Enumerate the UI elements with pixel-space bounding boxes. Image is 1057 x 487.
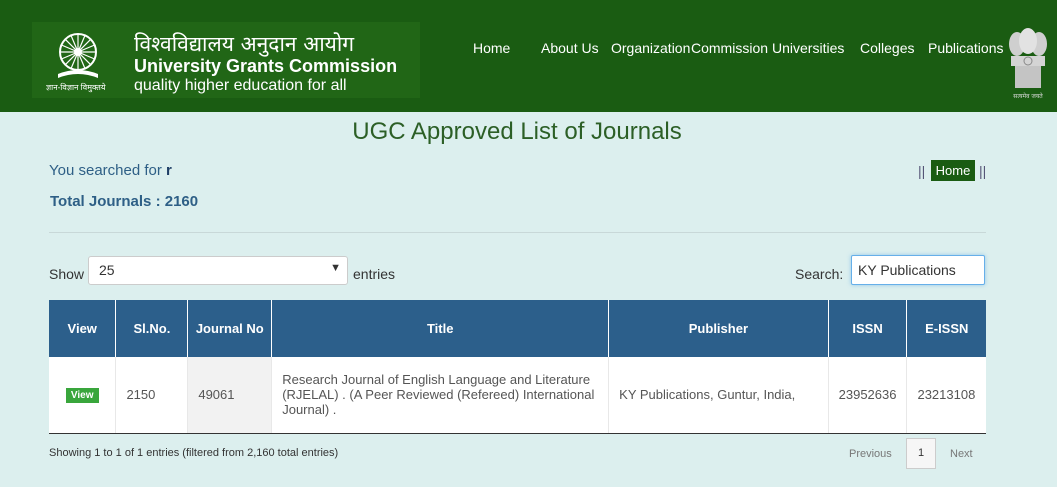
view-button[interactable]: View	[65, 388, 99, 404]
brand-tagline: quality higher education for all	[134, 77, 347, 94]
search-label: Search:	[795, 266, 844, 282]
national-emblem-icon: सत्यमेव जयते	[1009, 28, 1047, 100]
brand-hindi-name: विश्वविद्यालय अनुदान आयोग	[134, 32, 355, 56]
page-title: UGC Approved List of Journals	[352, 118, 682, 145]
search-input[interactable]	[851, 255, 985, 285]
divider	[49, 232, 986, 233]
page-size-value: 25	[99, 262, 115, 278]
current-page-button[interactable]: 1	[906, 438, 936, 469]
search-summary: You searched for r	[49, 162, 172, 179]
show-label: Show	[49, 266, 85, 282]
site-header: ज्ञान-विज्ञान विमुक्तये विश्वविद्यालय अन…	[0, 0, 1057, 112]
table-row: View 2150 49061 Research Journal of Engl…	[49, 357, 986, 434]
emblem-caption: ज्ञान-विज्ञान विमुक्तये	[46, 83, 106, 92]
header-publisher[interactable]: Publisher	[608, 300, 829, 357]
ugc-logo-block[interactable]: ज्ञान-विज्ञान विमुक्तये विश्वविद्यालय अन…	[32, 22, 420, 98]
chevron-down-icon: ▼	[330, 262, 341, 274]
cell-publisher: KY Publications, Guntur, India,	[608, 357, 829, 434]
header-title[interactable]: Title	[271, 300, 610, 357]
nav-organization[interactable]: Organization	[611, 40, 690, 56]
header-issn[interactable]: ISSN	[828, 300, 908, 357]
table-info: Showing 1 to 1 of 1 entries (filtered fr…	[49, 447, 339, 459]
header-view[interactable]: View	[49, 300, 117, 357]
cell-title: Research Journal of English Language and…	[271, 357, 610, 434]
searched-prefix: You searched for	[49, 162, 162, 179]
header-sl-no[interactable]: Sl.No.	[115, 300, 189, 357]
table-header-row: View Sl.No. Journal No Title Publisher I…	[49, 300, 986, 357]
nav-universities[interactable]: Universities	[772, 40, 844, 56]
page-size-select[interactable]: 25 ▼	[88, 256, 348, 285]
seal-caption: सत्यमेव जयते	[1013, 92, 1043, 100]
nav-publications[interactable]: Publications	[928, 40, 1004, 56]
cell-journal-no: 49061	[187, 357, 273, 434]
cell-e-issn: 23213108	[906, 357, 986, 434]
previous-page-button[interactable]: Previous	[849, 448, 892, 460]
home-button[interactable]: Home	[931, 160, 975, 181]
cell-view: View	[49, 357, 117, 434]
nav-about-us[interactable]: About Us	[541, 40, 599, 56]
nav-home[interactable]: Home	[473, 40, 510, 56]
nav-commission[interactable]: Commission	[691, 40, 768, 56]
next-page-button[interactable]: Next	[950, 448, 973, 460]
searched-term: r	[166, 162, 172, 179]
total-journals: Total Journals : 2160	[50, 193, 199, 210]
cell-sl-no: 2150	[115, 357, 189, 434]
header-journal-no[interactable]: Journal No	[187, 300, 273, 357]
cell-issn: 23952636	[828, 357, 908, 434]
journals-table: View Sl.No. Journal No Title Publisher I…	[49, 300, 986, 434]
breadcrumb-separator: ||	[979, 163, 987, 179]
header-e-issn[interactable]: E-ISSN	[906, 300, 986, 357]
nav-colleges[interactable]: Colleges	[860, 40, 914, 56]
brand-name: University Grants Commission	[134, 56, 398, 76]
entries-label: entries	[353, 266, 396, 282]
breadcrumb-separator: ||	[918, 163, 926, 179]
